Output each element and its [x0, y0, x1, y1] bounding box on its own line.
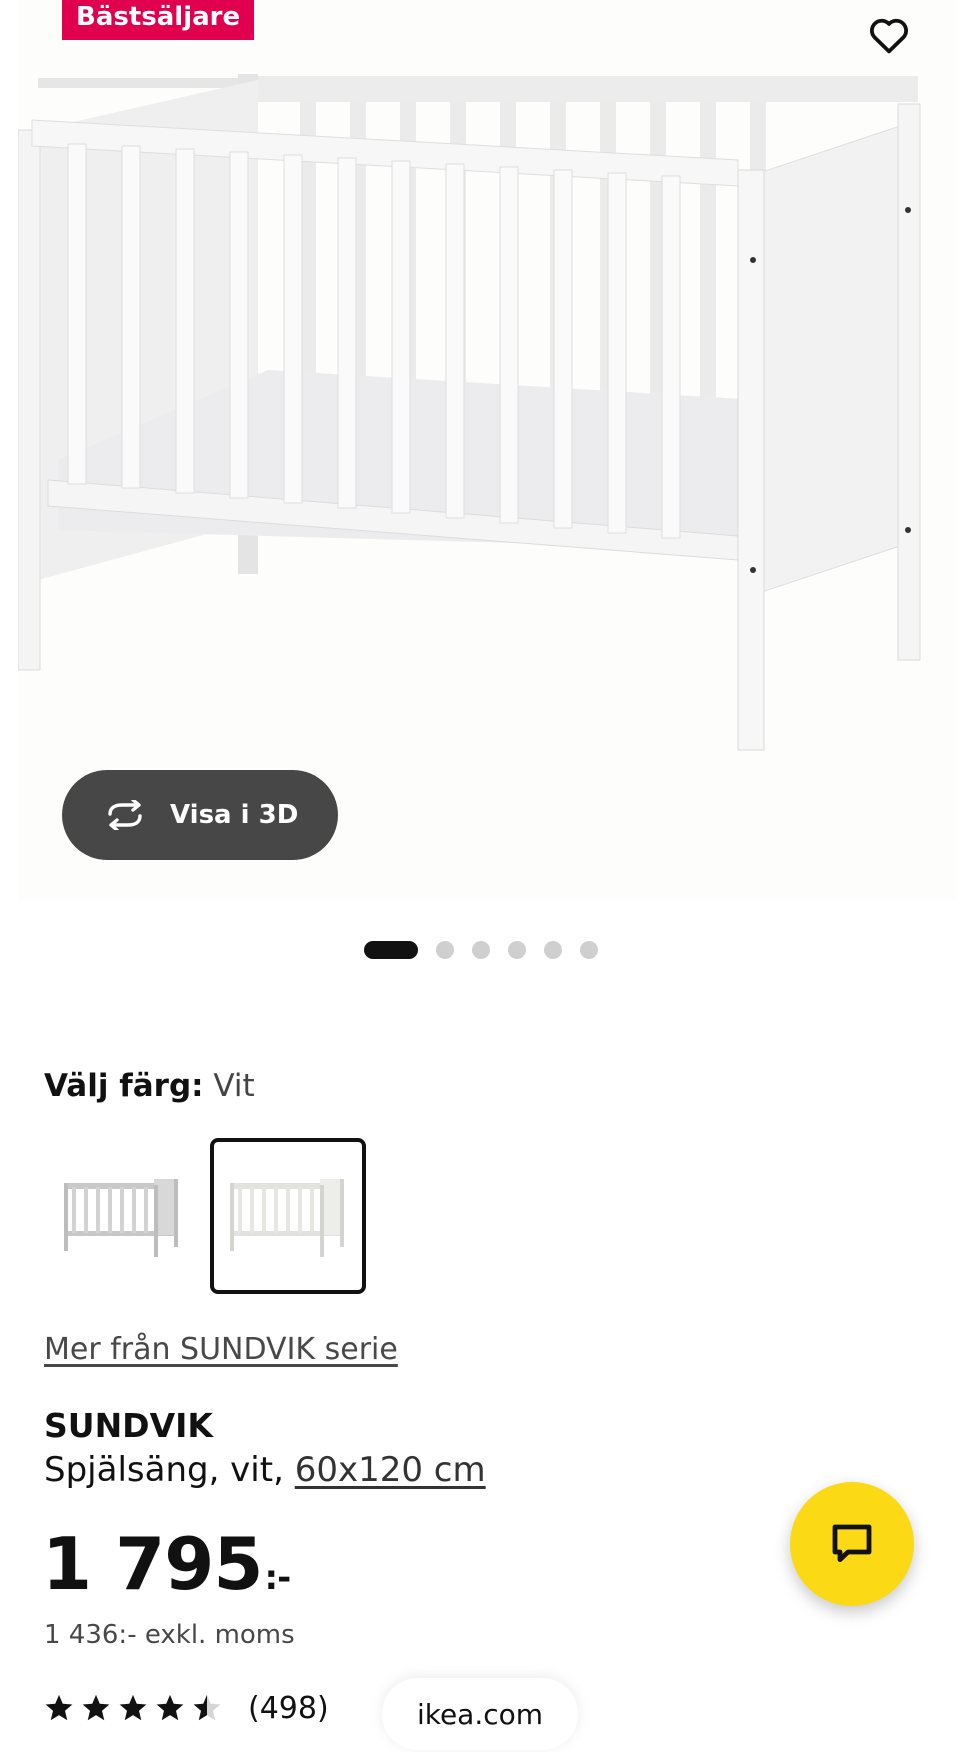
crib-thumbnail-grey [64, 1179, 178, 1257]
series-link[interactable]: Mer från SUNDVIK serie [44, 1332, 398, 1367]
view-in-3d-button[interactable]: Visa i 3D [62, 770, 338, 860]
crib-product-image [18, 74, 921, 751]
price-suffix: :- [264, 1558, 291, 1598]
star-icon [119, 1694, 147, 1721]
chat-button[interactable] [790, 1482, 914, 1606]
color-swatch-grey[interactable] [44, 1138, 200, 1294]
color-label: Välj färg: [44, 1068, 204, 1104]
rating-row[interactable]: (498) [44, 1688, 329, 1728]
heart-outline-icon [870, 18, 908, 54]
rotate-3d-icon [108, 800, 142, 830]
carousel-dot[interactable] [580, 941, 598, 959]
carousel-dot[interactable] [544, 941, 562, 959]
color-swatch-white-selected[interactable] [210, 1138, 366, 1294]
review-count: (498) [248, 1690, 329, 1726]
product-size-link[interactable]: 60x120 cm [295, 1450, 486, 1490]
view-in-3d-label: Visa i 3D [170, 800, 299, 830]
carousel-dot-active[interactable] [364, 941, 418, 959]
favorite-button[interactable] [864, 10, 914, 60]
price-excl-vat: 1 436:- exkl. moms [44, 1620, 295, 1650]
color-selector-label: Välj färg: Vit [44, 1068, 255, 1104]
carousel-dot[interactable] [508, 941, 526, 959]
bestseller-badge-label: Bästsäljare [76, 2, 241, 32]
product-description: Spjälsäng, vit, 60x120 cm [44, 1450, 486, 1490]
chat-bubble-icon [832, 1524, 872, 1562]
star-icon [156, 1694, 184, 1721]
bestseller-badge: Bästsäljare [62, 0, 255, 40]
star-rating [44, 1693, 222, 1723]
carousel-dot[interactable] [472, 941, 490, 959]
color-value: Vit [213, 1068, 255, 1104]
product-image-carousel[interactable]: Bästsäljare Visa i 3D [18, 0, 956, 900]
half-star-icon [193, 1694, 221, 1721]
carousel-dot[interactable] [436, 941, 454, 959]
carousel-pagination [364, 940, 598, 960]
product-name: SUNDVIK [44, 1406, 213, 1445]
browser-url-pill[interactable]: ikea.com [382, 1678, 578, 1750]
price-value: 1 795 [42, 1522, 263, 1606]
product-type: Spjälsäng, vit, [44, 1450, 284, 1490]
crib-thumbnail-white [230, 1179, 344, 1257]
star-icon [82, 1694, 110, 1721]
star-icon [45, 1694, 73, 1721]
product-price: 1 795:- [42, 1522, 291, 1606]
url-domain: ikea.com [416, 1697, 544, 1731]
